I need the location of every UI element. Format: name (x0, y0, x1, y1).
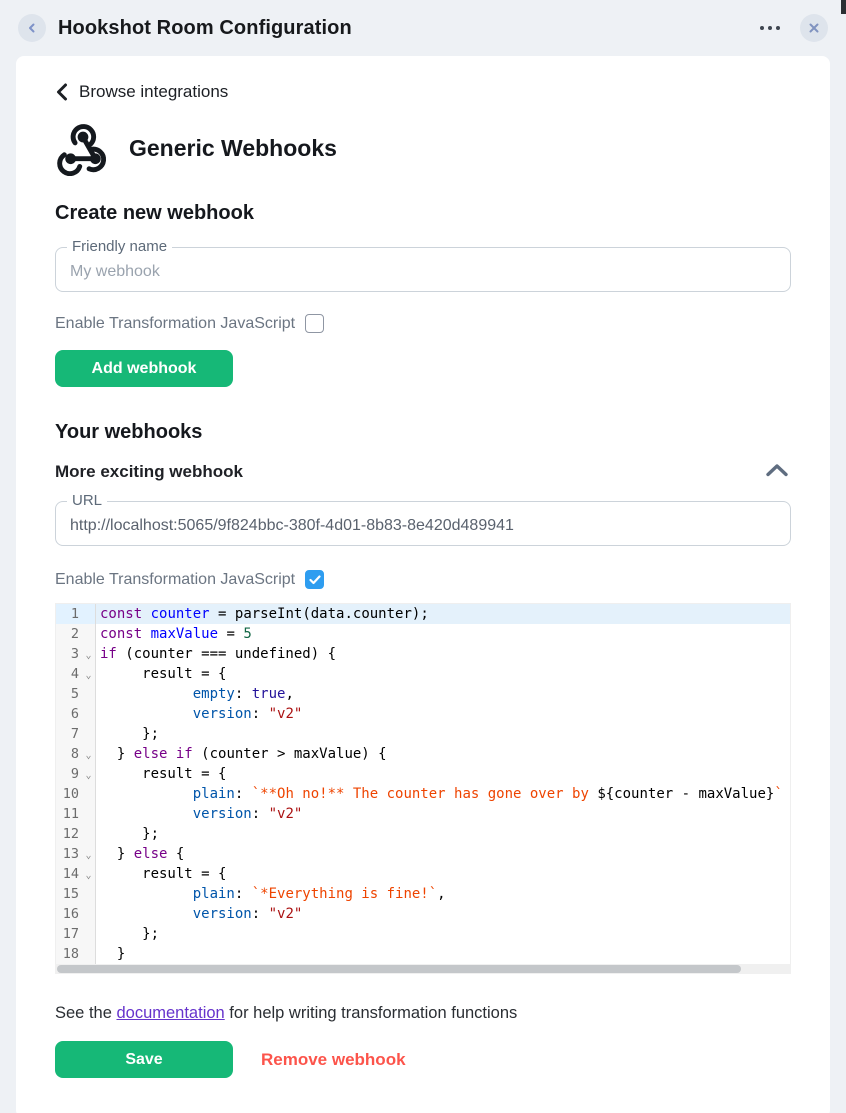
friendly-name-field: Friendly name (55, 247, 791, 292)
code-line[interactable]: 9⌄ result = { (56, 764, 790, 784)
code-line[interactable]: 4⌄ result = { (56, 664, 790, 684)
code-editor[interactable]: 1const counter = parseInt(data.counter);… (55, 603, 791, 964)
code-line[interactable]: 14⌄ result = { (56, 864, 790, 884)
code-line[interactable]: 2const maxValue = 5 (56, 624, 790, 644)
line-number-gutter: 17 (56, 924, 96, 944)
add-webhook-button[interactable]: Add webhook (55, 350, 233, 387)
line-number-gutter: 2 (56, 624, 96, 644)
chevron-down-icon[interactable]: ⌄ (82, 764, 95, 784)
line-number-gutter: 16 (56, 904, 96, 924)
url-label: URL (67, 492, 107, 509)
chevron-down-icon (82, 924, 95, 944)
code-line[interactable]: 1const counter = parseInt(data.counter); (56, 604, 790, 624)
code-line[interactable]: 5 empty: true, (56, 684, 790, 704)
close-icon (808, 22, 820, 34)
line-number-gutter: 4⌄ (56, 664, 96, 684)
chevron-down-icon (82, 724, 95, 744)
code-line[interactable]: 8⌄ } else if (counter > maxValue) { (56, 744, 790, 764)
code-line[interactable]: 3⌄if (counter === undefined) { (56, 644, 790, 664)
chevron-down-icon[interactable]: ⌄ (82, 864, 95, 884)
line-number-gutter: 5 (56, 684, 96, 704)
line-number-gutter: 15 (56, 884, 96, 904)
save-button[interactable]: Save (55, 1041, 233, 1078)
code-line[interactable]: 11 version: "v2" (56, 804, 790, 824)
back-button[interactable] (18, 14, 46, 42)
chevron-down-icon (82, 624, 95, 644)
collapse-button[interactable] (763, 460, 791, 483)
line-number-gutter: 11 (56, 804, 96, 824)
code-line[interactable]: 16 version: "v2" (56, 904, 790, 924)
chevron-down-icon (82, 804, 95, 824)
code-line[interactable]: 13⌄ } else { (56, 844, 790, 864)
line-number-gutter: 12 (56, 824, 96, 844)
content-card: Browse integrations Generic Webhooks Cre… (16, 56, 830, 1113)
code-line[interactable]: 7 }; (56, 724, 790, 744)
enable-transform-row-webhook: Enable Transformation JavaScript (55, 570, 791, 589)
scrollbar-thumb[interactable] (57, 965, 741, 973)
ellipsis-icon (760, 26, 764, 30)
enable-transform-label: Enable Transformation JavaScript (55, 571, 295, 589)
friendly-name-label: Friendly name (67, 238, 172, 255)
documentation-link[interactable]: documentation (116, 1004, 224, 1022)
line-number-gutter: 3⌄ (56, 644, 96, 664)
checkmark-icon (309, 575, 321, 585)
webhook-icon (55, 120, 111, 176)
chevron-down-icon[interactable]: ⌄ (82, 744, 95, 764)
browse-integrations-link[interactable]: Browse integrations (55, 82, 791, 102)
chevron-down-icon (82, 704, 95, 724)
webhook-actions: Save Remove webhook (55, 1041, 791, 1078)
line-number-gutter: 7 (56, 724, 96, 744)
editor-horizontal-scrollbar[interactable] (55, 964, 791, 974)
integration-header: Generic Webhooks (55, 120, 791, 176)
code-line[interactable]: 6 version: "v2" (56, 704, 790, 724)
chevron-left-icon (55, 83, 69, 101)
modal-header: Hookshot Room Configuration (0, 0, 846, 56)
webhook-url-field: URL (55, 501, 791, 546)
line-number-gutter: 14⌄ (56, 864, 96, 884)
integration-title: Generic Webhooks (129, 135, 337, 162)
chevron-down-icon (82, 604, 95, 624)
close-button[interactable] (800, 14, 828, 42)
chevron-down-icon (82, 784, 95, 804)
code-line[interactable]: 12 }; (56, 824, 790, 844)
webhooks-heading: Your webhooks (55, 421, 791, 444)
line-number-gutter: 18 (56, 944, 96, 964)
code-line[interactable]: 10 plain: `**Oh no!** The counter has go… (56, 784, 790, 804)
browse-integrations-label: Browse integrations (79, 82, 228, 102)
chevron-down-icon (82, 884, 95, 904)
chevron-down-icon (82, 904, 95, 924)
line-number-gutter: 6 (56, 704, 96, 724)
page-scrollbar-fragment[interactable] (841, 0, 846, 14)
transform-checkbox-enabled[interactable] (305, 570, 324, 589)
line-number-gutter: 8⌄ (56, 744, 96, 764)
line-number-gutter: 9⌄ (56, 764, 96, 784)
create-heading: Create new webhook (55, 202, 791, 225)
chevron-left-icon (26, 22, 38, 34)
remove-webhook-button[interactable]: Remove webhook (261, 1050, 406, 1070)
chevron-down-icon[interactable]: ⌄ (82, 844, 95, 864)
chevron-down-icon[interactable]: ⌄ (82, 644, 95, 664)
chevron-up-icon (765, 462, 789, 478)
transform-checkbox[interactable] (305, 314, 324, 333)
overflow-menu-button[interactable] (752, 20, 788, 36)
webhook-list-item: More exciting webhook (55, 460, 791, 483)
enable-transform-label: Enable Transformation JavaScript (55, 315, 295, 333)
code-line[interactable]: 15 plain: `*Everything is fine!`, (56, 884, 790, 904)
code-line[interactable]: 18 } (56, 944, 790, 964)
line-number-gutter: 13⌄ (56, 844, 96, 864)
chevron-down-icon (82, 684, 95, 704)
enable-transform-row: Enable Transformation JavaScript (55, 314, 791, 333)
documentation-help-text: See the documentation for help writing t… (55, 1004, 791, 1023)
chevron-down-icon (82, 824, 95, 844)
webhook-name: More exciting webhook (55, 462, 243, 482)
code-line[interactable]: 17 }; (56, 924, 790, 944)
webhook-url-input[interactable] (55, 501, 791, 546)
dialog-title: Hookshot Room Configuration (58, 17, 740, 40)
line-number-gutter: 1 (56, 604, 96, 624)
line-number-gutter: 10 (56, 784, 96, 804)
chevron-down-icon (82, 944, 95, 964)
chevron-down-icon[interactable]: ⌄ (82, 664, 95, 684)
